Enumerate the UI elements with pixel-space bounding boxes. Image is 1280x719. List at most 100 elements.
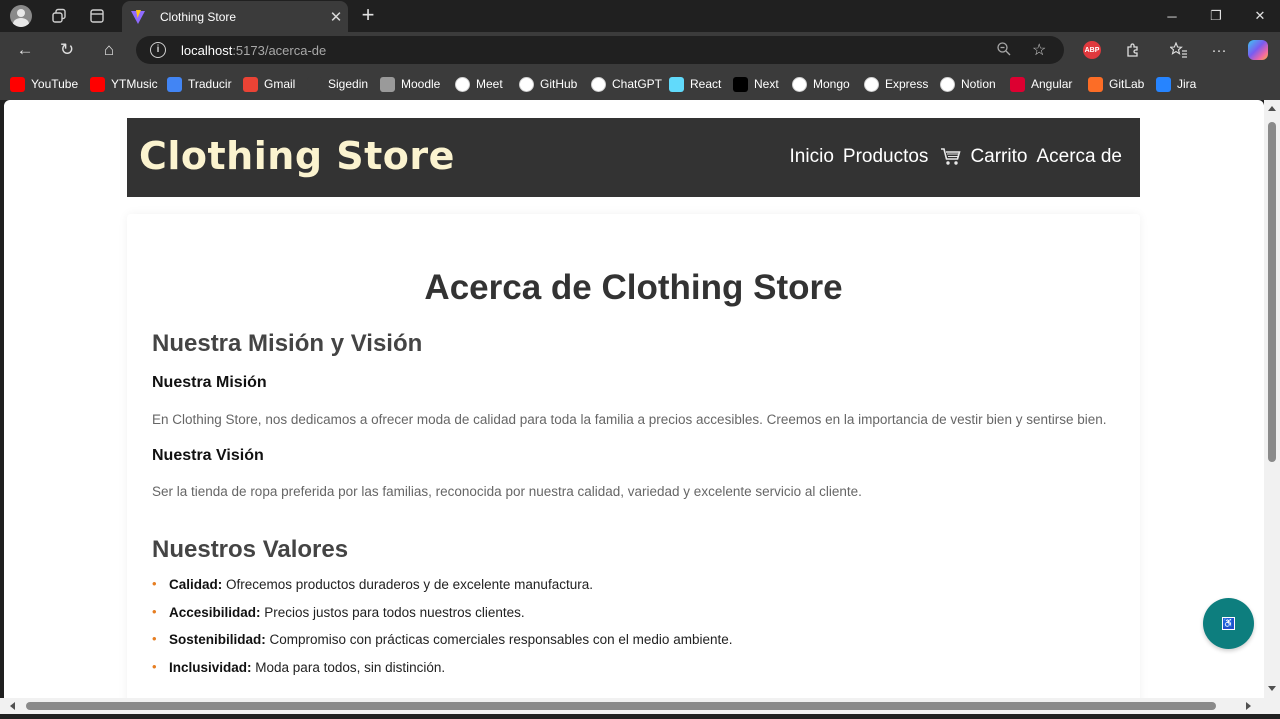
nav-acerca[interactable]: Acerca de <box>1036 146 1122 168</box>
value-name: Inclusividad: <box>169 659 252 675</box>
bookmark-label: ChatGPT <box>612 77 663 91</box>
about-card: Acerca de Clothing Store Nuestra Misión … <box>127 214 1140 698</box>
bookmark-label: Meet <box>476 77 503 91</box>
page-title: Acerca de Clothing Store <box>424 268 843 307</box>
bookmark-jira[interactable]: Jira <box>1156 76 1196 92</box>
url-host: localhost <box>181 43 233 58</box>
bookmark-sigedin[interactable]: Sigedin <box>307 76 368 92</box>
list-item: Sostenibilidad: Compromiso con prácticas… <box>152 631 733 660</box>
favorites-button[interactable] <box>1167 39 1191 61</box>
bookmark-meet[interactable]: Meet <box>455 76 503 92</box>
shopping-cart-icon <box>941 148 961 165</box>
google-icon <box>455 76 470 92</box>
nav-productos[interactable]: Productos <box>843 146 929 168</box>
vertical-scroll-thumb[interactable] <box>1268 122 1276 462</box>
bookmark-label: Gmail <box>264 77 296 91</box>
scroll-right-arrow-icon[interactable] <box>1246 702 1251 710</box>
mongo-icon <box>792 76 807 92</box>
mission-text: En Clothing Store, nos dedicamos a ofrec… <box>152 412 1107 427</box>
bookmark-label: Angular <box>1031 77 1073 91</box>
accessibility-button[interactable]: ♿ <box>1203 598 1254 649</box>
tab-actions-icon <box>90 9 104 23</box>
profile-button[interactable] <box>8 4 34 28</box>
scroll-up-arrow-icon[interactable] <box>1268 106 1276 111</box>
accessibility-icon: ♿ <box>1222 617 1235 630</box>
site-header: Clothing Store Inicio Productos Carrito … <box>127 118 1140 197</box>
url-text[interactable]: localhost:5173/acerca-de <box>181 43 326 58</box>
browser-toolbar: ← ↻ ⌂ i localhost:5173/acerca-de ☆ ABP ·… <box>0 32 1280 68</box>
nav-inicio[interactable]: Inicio <box>790 146 834 168</box>
active-tab[interactable]: Clothing Store ✕ <box>122 1 348 32</box>
site-nav: Inicio Productos Carrito Acerca de <box>781 146 1122 168</box>
chatgpt-icon <box>591 76 606 92</box>
mission-heading: Nuestra Misión <box>152 374 267 391</box>
back-button[interactable]: ← <box>12 38 38 62</box>
site-info-icon[interactable]: i <box>150 42 166 58</box>
bookmark-label: React <box>690 77 722 91</box>
bookmark-angular[interactable]: Angular <box>1010 76 1072 92</box>
address-bar[interactable]: i localhost:5173/acerca-de ☆ <box>136 36 1064 64</box>
adblock-icon: ABP <box>1083 41 1101 59</box>
bookmark-label: Traducir <box>188 77 232 91</box>
value-desc: Precios justos para todos nuestros clien… <box>260 604 525 620</box>
bookmark-react[interactable]: React <box>669 76 721 92</box>
tab-strip: Clothing Store ✕ + ─ ❐ ✕ <box>0 0 1280 32</box>
bookmark-label: Next <box>754 77 779 91</box>
bookmark-moodle[interactable]: Moodle <box>380 76 440 92</box>
new-tab-button[interactable]: + <box>356 4 380 28</box>
copilot-icon <box>1248 40 1268 60</box>
bookmark-traducir[interactable]: Traducir <box>167 76 232 92</box>
horizontal-scrollbar[interactable] <box>0 698 1280 719</box>
bookmark-label: GitLab <box>1109 77 1145 91</box>
extensions-button[interactable] <box>1121 39 1145 61</box>
vertical-scrollbar[interactable] <box>1264 100 1280 698</box>
bookmark-youtube[interactable]: YouTube <box>10 76 78 92</box>
tab-actions-button[interactable] <box>84 4 110 28</box>
copilot-button[interactable] <box>1246 39 1270 61</box>
close-window-button[interactable]: ✕ <box>1238 0 1280 32</box>
site-brand[interactable]: Clothing Store <box>139 134 455 178</box>
value-desc: Compromiso con prácticas comerciales res… <box>265 632 733 647</box>
bookmarks-bar: YouTube YTMusic Traducir Gmail Sigedin Moodle… <box>0 68 1280 100</box>
bookmark-label: GitHub <box>540 77 578 91</box>
puzzle-icon <box>1127 43 1138 57</box>
value-name: Accesibilidad: <box>169 604 261 620</box>
bookmark-label: Mongo <box>813 77 850 91</box>
close-tab-icon[interactable]: ✕ <box>324 8 348 26</box>
bookmark-github[interactable]: GitHub <box>519 76 577 92</box>
workspaces-button[interactable] <box>46 4 72 28</box>
scroll-left-arrow-icon[interactable] <box>10 702 15 710</box>
bookmark-chatgpt[interactable]: ChatGPT <box>591 76 662 92</box>
bookmark-ytmusic[interactable]: YTMusic <box>90 76 158 92</box>
home-button[interactable]: ⌂ <box>96 38 122 62</box>
nav-carrito[interactable]: Carrito <box>940 146 1027 168</box>
react-icon <box>669 76 684 92</box>
bookmark-label: YouTube <box>31 77 79 91</box>
scroll-down-arrow-icon[interactable] <box>1268 686 1276 691</box>
profile-avatar-icon <box>10 5 32 27</box>
bookmark-label: Jira <box>1177 77 1197 91</box>
horizontal-scroll-thumb[interactable] <box>26 702 1216 710</box>
bookmark-label: Notion <box>961 77 996 91</box>
bookmark-label: Sigedin <box>328 77 369 91</box>
bookmark-mongo[interactable]: Mongo <box>792 76 850 92</box>
bookmark-notion[interactable]: Notion <box>940 76 996 92</box>
github-icon <box>519 76 534 92</box>
minimize-button[interactable]: ─ <box>1150 0 1194 32</box>
more-menu-button[interactable]: ··· <box>1207 39 1231 61</box>
bookmark-gmail[interactable]: Gmail <box>243 76 295 92</box>
workspaces-icon <box>52 8 66 23</box>
vision-heading: Nuestra Visión <box>152 447 264 464</box>
angular-icon <box>1010 76 1025 92</box>
restore-button[interactable]: ❐ <box>1194 0 1238 32</box>
favorite-star-icon[interactable]: ☆ <box>1032 40 1046 60</box>
reload-button[interactable]: ↻ <box>54 38 80 62</box>
bookmark-express[interactable]: Express <box>864 76 928 92</box>
jira-icon <box>1156 76 1171 92</box>
value-desc: Moda para todos, sin distinción. <box>251 659 446 675</box>
bookmark-next[interactable]: Next <box>733 76 779 92</box>
zoom-icon[interactable] <box>996 41 1014 59</box>
next-icon <box>733 76 748 92</box>
bookmark-gitlab[interactable]: GitLab <box>1088 76 1144 92</box>
adblock-extension-button[interactable]: ABP <box>1080 39 1104 61</box>
